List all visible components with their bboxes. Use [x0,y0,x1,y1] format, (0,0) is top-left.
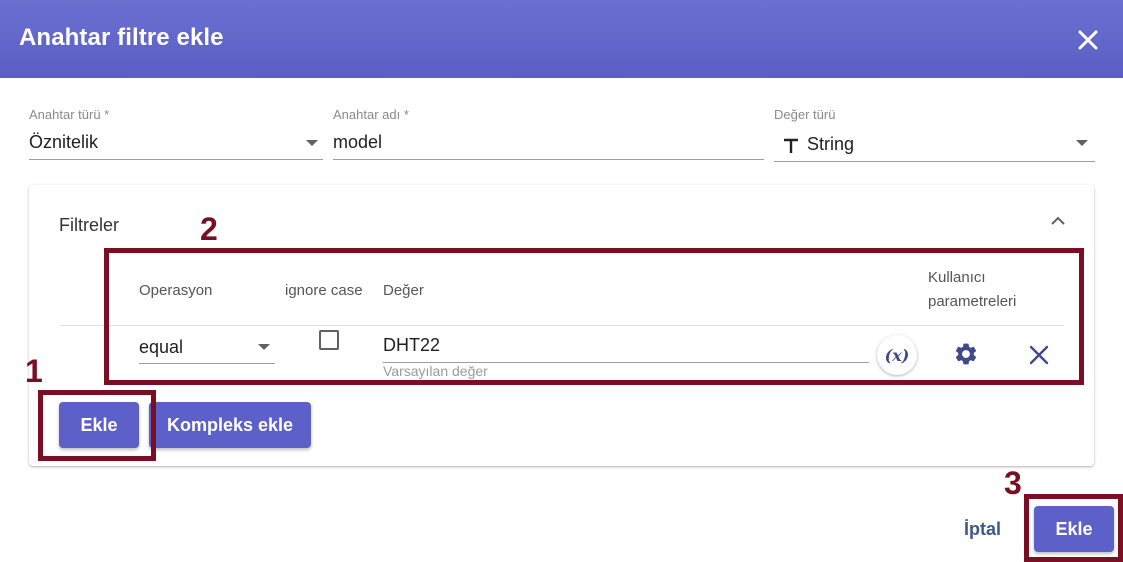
filters-title: Filtreler [59,215,120,235]
add-complex-filter-button[interactable]: Kompleks ekle [149,402,311,448]
chevron-up-icon[interactable] [1049,213,1067,227]
key-type-value: Öznitelik [29,132,99,152]
annotation-box-1 [38,390,156,461]
cancel-button[interactable]: İptal [964,519,1001,540]
value-type-select[interactable]: Değer türü String [774,107,1095,163]
dialog-header: Anahtar filtre ekle [0,0,1123,78]
close-icon[interactable] [1074,26,1102,54]
chevron-down-icon [1076,140,1088,146]
value-type-underline [774,161,1095,162]
dialog-title: Anahtar filtre ekle [19,24,224,51]
text-type-icon [784,138,798,153]
chevron-down-icon [306,140,318,146]
annotation-label-1: 1 [25,353,43,389]
key-type-label: Anahtar türü * [29,107,110,122]
key-type-underline [29,159,323,160]
value-type-label: Değer türü [774,107,836,122]
annotation-box-2 [104,248,1084,385]
annotation-box-3 [1024,494,1123,562]
key-name-value: model [333,132,383,152]
value-type-value: String [807,134,855,154]
key-name-field[interactable]: Anahtar adı * model [333,107,764,161]
key-name-label: Anahtar adı * [333,107,409,122]
annotation-label-2: 2 [200,211,218,247]
key-type-select[interactable]: Anahtar türü * Öznitelik [29,107,323,161]
key-name-underline [333,159,764,160]
annotation-label-3: 3 [1004,465,1022,501]
